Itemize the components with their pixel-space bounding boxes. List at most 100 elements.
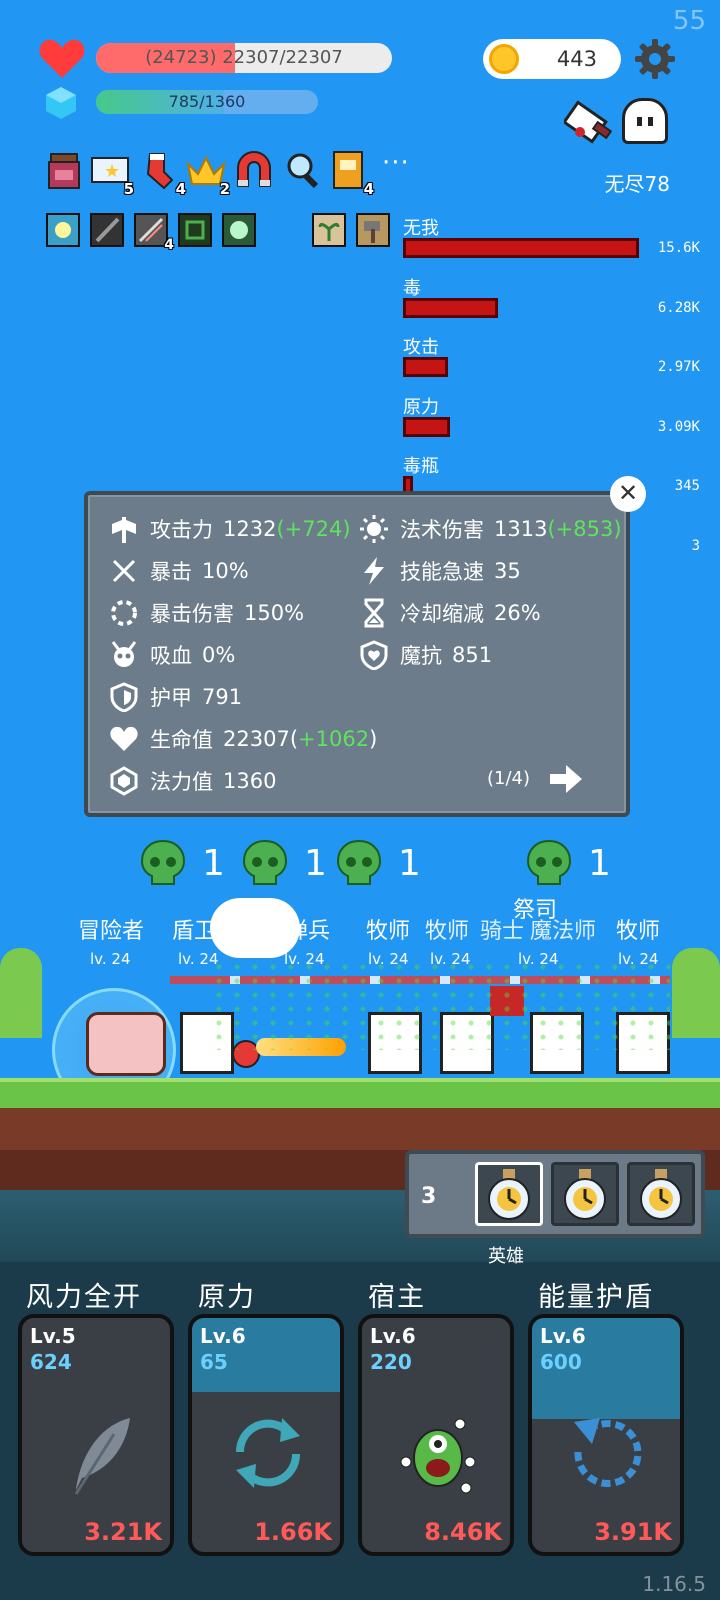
potion-tray: 3	[405, 1150, 705, 1238]
stat-value: 791	[202, 685, 243, 709]
page-indicator: (1/4)	[486, 768, 530, 789]
skill-mana-cost: 220	[370, 1350, 412, 1374]
hero-tab-label[interactable]: 英雄	[488, 1242, 524, 1268]
enemy-monster	[86, 1012, 166, 1076]
skill-upgrade-price: 3.91K	[594, 1518, 672, 1546]
kill-counter: 1	[138, 838, 225, 888]
buff-count: 4	[164, 237, 174, 253]
potion-slot[interactable]	[551, 1162, 619, 1226]
horned-skull-icon	[108, 639, 140, 671]
potion-slot[interactable]	[475, 1162, 543, 1226]
dotted-ring-icon	[108, 597, 140, 629]
stat-value: 1360	[223, 769, 277, 793]
fps-counter: 55	[672, 6, 706, 36]
jam-jar-icon[interactable]	[46, 150, 82, 190]
skill-mana-cost: 600	[540, 1350, 582, 1374]
stat-label: 魔抗	[400, 644, 442, 668]
skill-card-host[interactable]: Lv.6 220 8.46K	[358, 1314, 514, 1556]
crown-icon[interactable]: 2	[186, 150, 230, 198]
hero-name: 冒险者	[78, 919, 145, 944]
hammer-icon[interactable]	[356, 213, 390, 247]
stat-cooldown-reduction: 冷却缩减 26%	[358, 597, 541, 629]
damage-source-label: 原力	[403, 396, 439, 418]
mana-crystal-icon	[46, 87, 76, 119]
heart-icon	[39, 39, 85, 78]
settings-gear-icon[interactable]	[634, 38, 676, 80]
damage-value-label: 15.6K	[657, 240, 700, 256]
magnifier-icon[interactable]	[284, 150, 320, 190]
stat-armor: 护甲 791	[108, 681, 242, 713]
heart-shield-icon	[358, 639, 390, 671]
next-page-arrow-icon[interactable]	[548, 763, 584, 795]
item-count: 5	[123, 180, 134, 198]
sprout-icon[interactable]	[312, 213, 346, 247]
stat-value: 35	[494, 559, 521, 583]
cleaver-icon[interactable]	[564, 96, 616, 148]
skill-upgrade-price: 1.66K	[254, 1518, 332, 1546]
damage-value-label: 6.28K	[657, 299, 700, 316]
stat-ability-haste: 技能急速 35	[358, 555, 521, 587]
stat-attack: 攻击力 1232 (+724)	[108, 513, 351, 545]
potion-slot[interactable]	[627, 1162, 695, 1226]
crossed-blades-icon	[108, 555, 140, 587]
stat-label: 护甲	[150, 686, 192, 710]
stat-label: 吸血	[150, 644, 192, 668]
stat-label: 法术伤害	[400, 518, 484, 542]
hero-level: lv. 24	[90, 950, 131, 968]
skill-card-wind[interactable]: Lv.5 624 3.21K	[18, 1314, 174, 1556]
skill-title: 能量护盾	[538, 1282, 654, 1313]
axe-icon	[108, 513, 140, 545]
stat-mana: 法力值 1360	[108, 765, 276, 797]
hero-name: 牧师	[616, 919, 661, 944]
skill-mana-cost: 65	[200, 1350, 228, 1374]
endless-mode-label: 无尽78	[604, 172, 670, 196]
kill-counter: 1	[334, 838, 421, 888]
star-card-icon[interactable]: ★ 5	[90, 150, 134, 198]
light-burst-icon[interactable]	[46, 213, 80, 247]
item-count: 4	[175, 180, 186, 198]
skill-level: Lv.6	[200, 1324, 246, 1348]
hp-text: (24723) 22307/22307	[145, 47, 343, 68]
skill-card-energy-shield[interactable]: Lv.6 600 3.91K	[528, 1314, 684, 1556]
damage-bar	[403, 297, 498, 318]
stat-label: 生命值	[150, 728, 213, 752]
skill-title: 原力	[198, 1282, 256, 1313]
ghost-icon[interactable]	[622, 98, 668, 144]
magnet-icon[interactable]	[234, 150, 271, 190]
grass-ground	[0, 1078, 720, 1108]
lightning-icon	[358, 555, 390, 587]
skill-level: Lv.6	[370, 1324, 416, 1348]
stat-crit: 暴击 10%	[108, 555, 249, 587]
tree	[0, 948, 42, 1038]
red-sock-icon[interactable]: 4	[142, 150, 186, 198]
feather-icon	[74, 1418, 130, 1495]
kill-count: 1	[304, 842, 327, 884]
green-ghost-icon[interactable]	[222, 213, 256, 247]
shield-icon	[108, 681, 140, 713]
green-skull-icon	[526, 839, 572, 885]
stat-hp: 生命值 22307 (+1062)	[108, 723, 377, 755]
damage-source-label: 毒瓶	[403, 456, 439, 477]
dark-blade-icon[interactable]	[90, 213, 124, 247]
gold-counter[interactable]: 443	[483, 39, 621, 79]
stat-value: 1232	[223, 517, 277, 541]
skill-card-force[interactable]: Lv.6 65 1.66K	[188, 1314, 344, 1556]
stat-bonus: (+853)	[547, 517, 622, 541]
stat-value: 150%	[244, 601, 305, 625]
close-button[interactable]: ✕	[610, 476, 646, 512]
stat-value: 26%	[494, 601, 541, 625]
cycle-icon	[235, 1418, 301, 1488]
hero-name: 牧师	[366, 919, 411, 944]
stat-value: 22307	[223, 727, 290, 751]
green-rune-icon[interactable]	[178, 213, 212, 247]
stat-bonus: +1062	[298, 727, 370, 751]
stat-label: 冷却缩减	[400, 602, 484, 626]
sword-slash-icon[interactable]: 4	[134, 213, 174, 253]
book-icon[interactable]: 4	[330, 150, 374, 198]
damage-value-label: 3	[691, 537, 700, 554]
skill-level: Lv.5	[30, 1324, 76, 1348]
stat-label: 暴击	[150, 560, 192, 584]
more-items-button[interactable]: ···	[382, 148, 410, 178]
skill-mana-cost: 624	[30, 1350, 72, 1374]
clock-potion-icon	[488, 1169, 530, 1220]
